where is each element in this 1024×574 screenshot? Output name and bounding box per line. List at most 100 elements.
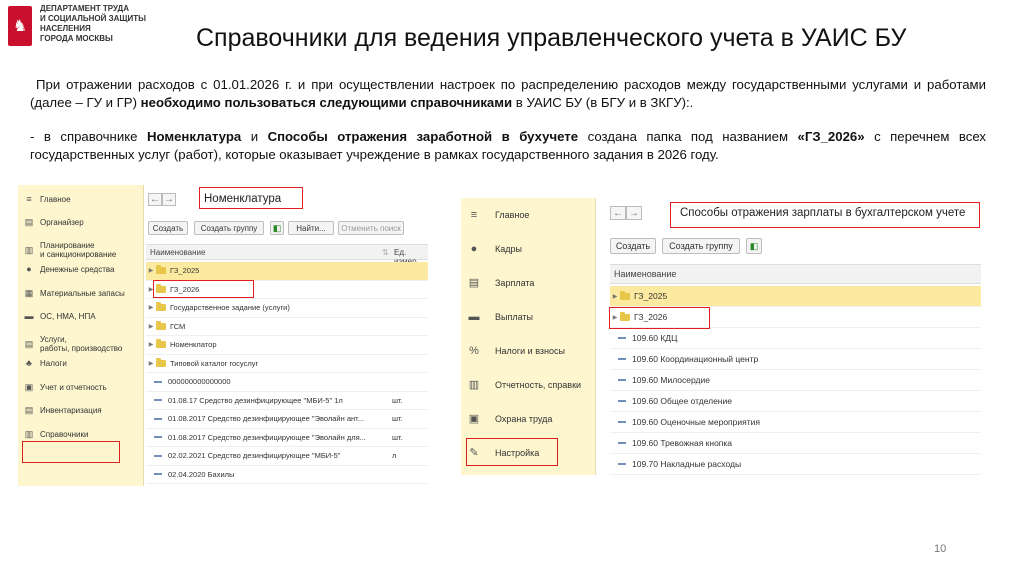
- sidebar-item[interactable]: ● Денежные средства: [18, 265, 114, 275]
- sidebar: ≡ Главное ● Кадры ▤ Зарплата ▬ Выплаты % Налоги и…: [461, 198, 596, 475]
- para2-text: - в справочнике: [30, 129, 147, 144]
- row-unit: шт.: [392, 395, 403, 405]
- sidebar-item[interactable]: ▣ Учет и отчетность: [18, 382, 107, 392]
- expand-arrow-icon[interactable]: ▶: [146, 341, 156, 348]
- cancel-search-button[interactable]: Отменить поиск: [338, 221, 404, 235]
- sidebar-item-label: Налоги: [40, 359, 67, 368]
- forward-arrow-icon[interactable]: →: [162, 193, 176, 206]
- row-name: 01.08.2017 Средство дезинфицирующее "Эво…: [168, 414, 364, 424]
- sidebar-item[interactable]: ▥ Отчетность, справки: [461, 378, 582, 391]
- sidebar-item[interactable]: ● Кадры: [461, 243, 522, 254]
- find-button[interactable]: Найти...: [288, 221, 334, 235]
- highlight-box: [609, 307, 710, 329]
- table-row[interactable]: 01.08.17 Средство дезинфицирующее "МБИ-5…: [146, 392, 428, 410]
- sidebar-item[interactable]: ▬ ОС, НМА, НПА: [18, 312, 96, 322]
- expand-arrow-icon[interactable]: ▶: [146, 360, 156, 367]
- expand-arrow-icon[interactable]: ▶: [146, 304, 156, 311]
- item-icon: [154, 417, 162, 420]
- forward-arrow-icon[interactable]: →: [626, 206, 642, 220]
- sidebar-item[interactable]: ▤ Инвентаризация: [18, 406, 102, 416]
- folder-row[interactable]: ▶ ГСМ: [146, 318, 428, 336]
- menu-icon: ≡: [470, 208, 478, 221]
- table-row[interactable]: 109.60 КДЦ: [610, 328, 981, 349]
- back-arrow-icon[interactable]: ←: [610, 206, 626, 220]
- sidebar-item[interactable]: ≡ Главное: [18, 194, 71, 204]
- copy-icon[interactable]: ◧: [746, 238, 762, 254]
- item-icon: [618, 442, 626, 444]
- table-row[interactable]: 000000000000000: [146, 373, 428, 392]
- create-button[interactable]: Создать: [610, 238, 656, 254]
- row-name: 109.60 Милосердие: [632, 375, 710, 385]
- reference-icon: ▥: [24, 428, 34, 439]
- sidebar-item-label: Инвентаризация: [40, 406, 102, 415]
- row-name: Государственное задание (услуги): [170, 303, 290, 313]
- item-icon: [618, 421, 626, 423]
- table-row[interactable]: 02.04.2020 Бахилы: [146, 466, 428, 484]
- table-row[interactable]: 109.60 Общее отделение: [610, 391, 981, 412]
- folder-row[interactable]: ▶ Типовой каталог госуслуг: [146, 355, 428, 373]
- sidebar-item-label: Отчетность, справки: [495, 379, 582, 390]
- expand-arrow-icon[interactable]: ▶: [146, 267, 156, 274]
- reporting-icon: ▣: [24, 381, 34, 392]
- sidebar-item-label: Планирование и санкционирование: [40, 241, 117, 259]
- create-group-button[interactable]: Создать группу: [194, 221, 264, 235]
- table-row[interactable]: 109.60 Милосердие: [610, 370, 981, 391]
- sidebar-item[interactable]: ▤ Органайзер: [18, 218, 84, 228]
- folder-icon: [620, 290, 630, 300]
- row-name: ГЗ_2025: [170, 266, 200, 276]
- item-icon: [154, 399, 162, 402]
- create-button[interactable]: Создать: [148, 221, 188, 235]
- table-row[interactable]: 01.08.2017 Средство дезинфицирующее "Эво…: [146, 429, 428, 447]
- sidebar-item[interactable]: ▤ Зарплата: [461, 277, 535, 288]
- sidebar-item[interactable]: ▬ Выплаты: [461, 311, 534, 322]
- dept-line: Департамент труда: [40, 4, 130, 13]
- column-sort-icon[interactable]: ⇅: [382, 248, 389, 257]
- folder-row[interactable]: ▶ ГЗ_2025: [610, 286, 981, 307]
- highlight-box: [22, 441, 120, 463]
- inventory-icon: ▤: [24, 405, 34, 415]
- sidebar-item[interactable]: ▤ Услуги, работы, производство: [18, 335, 123, 353]
- row-name: 109.60 Общее отделение: [632, 396, 732, 406]
- sidebar-item[interactable]: ▣ Охрана труда: [461, 413, 553, 424]
- sidebar-item[interactable]: ▦ Материальные запасы: [18, 288, 125, 298]
- folder-icon: [156, 302, 166, 312]
- table-row[interactable]: 01.08.2017 Средство дезинфицирующее "Эво…: [146, 410, 428, 429]
- row-name: Номенклатор: [170, 340, 217, 350]
- sidebar-item[interactable]: ≡ Главное: [461, 208, 530, 221]
- expand-arrow-icon[interactable]: ▶: [146, 323, 156, 330]
- reports-icon: ▥: [468, 378, 480, 391]
- item-icon: [618, 379, 626, 381]
- sidebar-item[interactable]: ▥ Справочники: [18, 428, 89, 439]
- folder-row[interactable]: ▶ Государственное задание (услуги): [146, 299, 428, 318]
- sidebar-item[interactable]: ▥ Планирование и санкционирование: [18, 241, 117, 259]
- back-arrow-icon[interactable]: ←: [148, 193, 162, 206]
- table-header: Наименование ⇅ Ед. измер: [146, 244, 428, 266]
- folder-row[interactable]: ▶ Номенклатор: [146, 336, 428, 355]
- row-name: 01.08.2017 Средство дезинфицирующее "Эво…: [168, 432, 366, 442]
- sidebar-item-label: Услуги, работы, производство: [40, 335, 123, 353]
- sidebar-item-label: Зарплата: [495, 277, 535, 288]
- sidebar-item[interactable]: % Налоги и взносы: [461, 344, 565, 357]
- folder-icon: [156, 357, 166, 367]
- table-row[interactable]: 109.60 Координационный центр: [610, 349, 981, 370]
- folder-row[interactable]: ▶ ГЗ_2025: [146, 262, 428, 281]
- item-icon: [618, 400, 626, 402]
- table-row[interactable]: 109.70 Накладные расходы: [610, 454, 981, 475]
- expand-arrow-icon[interactable]: ▶: [610, 293, 620, 300]
- sidebar-item-label: Органайзер: [40, 218, 84, 227]
- sidebar-item-label: Главное: [40, 194, 71, 204]
- percent-icon: %: [469, 344, 479, 357]
- sidebar-item[interactable]: ♣ Налоги: [18, 359, 67, 369]
- copy-icon[interactable]: ◧: [270, 221, 284, 235]
- table-row[interactable]: 109.60 Оценочные мероприятия: [610, 412, 981, 433]
- page-number: 10: [934, 543, 947, 555]
- column-name[interactable]: Наименование: [150, 248, 205, 257]
- row-name: 000000000000000: [168, 377, 231, 387]
- table-row[interactable]: 109.60 Тревожная кнопка: [610, 433, 981, 454]
- nomenclature-screenshot: ≡ Главное ▤ Органайзер ▥ Планирование и санкц…: [18, 185, 428, 486]
- column-name[interactable]: Наименование: [614, 269, 676, 279]
- create-group-button[interactable]: Создать группу: [662, 238, 740, 254]
- nav-buttons: ← →: [148, 193, 176, 206]
- dept-line: города Москвы: [40, 34, 113, 43]
- table-row[interactable]: 02.02.2021 Средство дезинфицирующее "МБИ…: [146, 447, 428, 466]
